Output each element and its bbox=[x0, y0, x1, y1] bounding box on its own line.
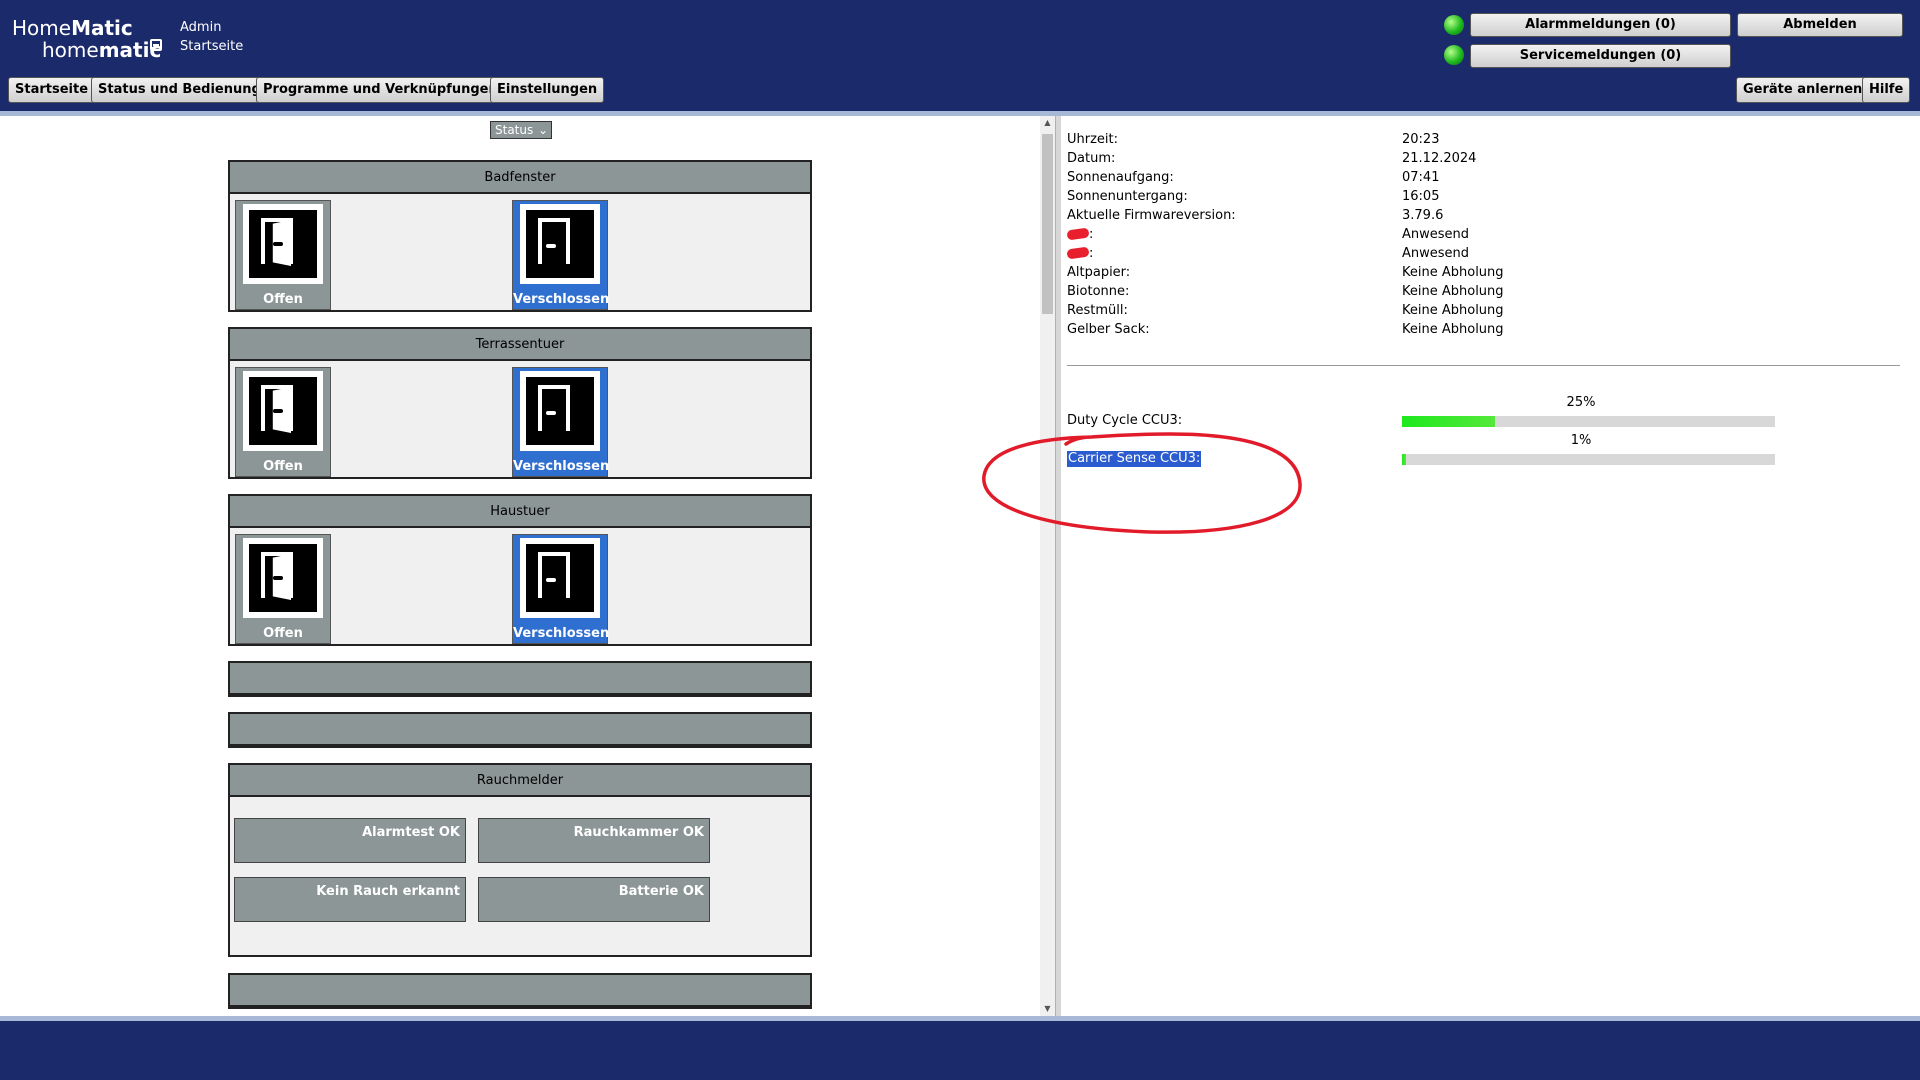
door-open-icon bbox=[243, 538, 323, 618]
teach-devices-button[interactable]: Geräte anlernen bbox=[1736, 77, 1870, 103]
redaction-mark bbox=[1066, 227, 1090, 241]
tile-label: Verschlossen bbox=[513, 459, 610, 474]
tile-haustuer-verschlossen[interactable]: Verschlossen bbox=[512, 534, 610, 644]
door-open-icon bbox=[243, 371, 323, 451]
smoke-alarmtest-button[interactable]: Alarmtest OK bbox=[234, 818, 466, 863]
logo-icon bbox=[150, 39, 162, 51]
scroll-thumb[interactable] bbox=[1042, 134, 1053, 314]
footer-bar bbox=[0, 1021, 1920, 1080]
redaction-mark bbox=[1066, 246, 1090, 260]
carrier-sense-bar bbox=[1402, 454, 1775, 465]
group-title: Rauchmelder bbox=[230, 765, 810, 797]
status-pane: Status ⌄ Badfenster Offen Verschlossen Te… bbox=[0, 116, 1040, 1016]
nav-einstellungen[interactable]: Einstellungen bbox=[490, 77, 605, 103]
logout-button[interactable]: Abmelden bbox=[1737, 13, 1903, 37]
service-messages-button[interactable]: Servicemeldungen (0) bbox=[1470, 44, 1731, 68]
status-select[interactable]: Status ⌄ bbox=[490, 121, 552, 139]
annotation-circle bbox=[982, 432, 1302, 534]
door-closed-icon bbox=[520, 371, 600, 451]
group-title: Badfenster bbox=[230, 162, 810, 194]
group-rauchmelder: Rauchmelder Alarmtest OK Rauchkammer OK … bbox=[228, 763, 812, 957]
door-open-icon bbox=[243, 204, 323, 284]
tile-label: Verschlossen bbox=[513, 292, 610, 307]
carrier-sense-fill bbox=[1402, 454, 1406, 465]
group-terrassentuer: Terrassentuer Offen Verschlossen bbox=[228, 327, 812, 479]
nav-startseite[interactable]: Startseite bbox=[8, 77, 96, 103]
nav-programme[interactable]: Programme und Verknüpfungen bbox=[256, 77, 505, 103]
tile-badfenster-verschlossen[interactable]: Verschlossen bbox=[512, 200, 610, 310]
group-badfenster: Badfenster Offen Verschlossen bbox=[228, 160, 812, 312]
tile-haustuer-offen[interactable]: Offen bbox=[235, 534, 331, 644]
duty-cycle-bar bbox=[1402, 416, 1775, 427]
tile-terrassentuer-offen[interactable]: Offen bbox=[235, 367, 331, 477]
tile-terrassentuer-verschlossen[interactable]: Verschlossen bbox=[512, 367, 610, 477]
duty-cycle-percent: 25% bbox=[1566, 395, 1596, 410]
scroll-up-icon[interactable]: ▲ bbox=[1040, 118, 1055, 130]
group-title: Haustuer bbox=[230, 496, 810, 528]
divider-line bbox=[1067, 365, 1900, 366]
smoke-rauchkammer-button[interactable]: Rauchkammer OK bbox=[478, 818, 710, 863]
nav-status-und-bedienung[interactable]: Status und Bedienung bbox=[91, 77, 268, 103]
info-pane: Uhrzeit: 20:23 Datum: 21.12.2024 Sonnenauf… bbox=[1061, 116, 1920, 1016]
alarm-messages-button[interactable]: Alarmmeldungen (0) bbox=[1470, 13, 1731, 37]
help-button[interactable]: Hilfe bbox=[1862, 77, 1911, 103]
carrier-sense-percent: 1% bbox=[1570, 433, 1592, 448]
tile-label: Offen bbox=[263, 459, 303, 474]
group-collapsed bbox=[228, 973, 812, 1009]
duty-cycle-label: Duty Cycle CCU3: bbox=[1067, 413, 1183, 428]
tile-badfenster-offen[interactable]: Offen bbox=[235, 200, 331, 310]
duty-cycle-fill bbox=[1402, 416, 1496, 427]
smoke-batterie-button[interactable]: Batterie OK bbox=[478, 877, 710, 922]
user-name: Admin bbox=[180, 20, 222, 35]
group-collapsed bbox=[228, 712, 812, 748]
group-title: Terrassentuer bbox=[230, 329, 810, 361]
door-closed-icon bbox=[520, 538, 600, 618]
group-haustuer: Haustuer Offen Verschlossen bbox=[228, 494, 812, 646]
current-page-name: Startseite bbox=[180, 39, 244, 54]
smoke-kein-rauch-button[interactable]: Kein Rauch erkannt bbox=[234, 877, 466, 922]
service-status-led-icon bbox=[1444, 45, 1464, 65]
tile-label: Offen bbox=[263, 626, 303, 641]
chevron-down-icon: ⌄ bbox=[537, 123, 548, 137]
scroll-down-icon[interactable]: ▼ bbox=[1040, 1004, 1055, 1016]
group-collapsed bbox=[228, 661, 812, 697]
door-closed-icon bbox=[520, 204, 600, 284]
tile-label: Verschlossen bbox=[513, 626, 610, 641]
header-bar: HomeMatic homematic Admin Startseite Sta… bbox=[0, 0, 1920, 112]
left-pane-scrollbar[interactable]: ▲ ▼ bbox=[1040, 116, 1055, 1016]
homematic-logo-sub: homematic bbox=[42, 38, 162, 62]
homematic-logo: HomeMatic bbox=[12, 16, 133, 40]
alarm-status-led-icon bbox=[1444, 15, 1464, 35]
tile-label: Offen bbox=[263, 292, 303, 307]
